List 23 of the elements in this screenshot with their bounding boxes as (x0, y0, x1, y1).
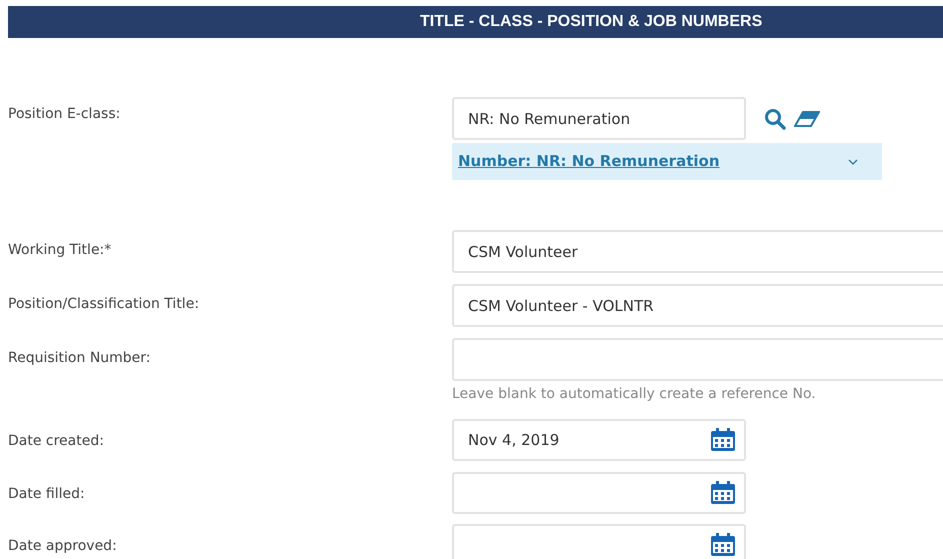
number-dropdown[interactable]: Number: NR: No Remuneration (452, 143, 882, 180)
text-field[interactable]: CSM Volunteer (452, 230, 943, 273)
field-label: Date filled: (8, 485, 86, 504)
eraser-icon[interactable] (794, 110, 820, 126)
calendar-icon[interactable] (710, 532, 736, 557)
calendar-icon[interactable] (710, 427, 736, 452)
field-label: Working Title:* (8, 241, 112, 260)
search-icon[interactable] (764, 108, 786, 130)
field-label: Position E-class: (8, 105, 122, 124)
field-label: Position/Classification Title: (8, 295, 200, 314)
text-field[interactable]: NR: No Remuneration (452, 97, 746, 140)
text-field[interactable] (452, 338, 943, 381)
text-field[interactable]: CSM Volunteer - VOLNTR (452, 284, 943, 327)
hint-text: Leave blank to automatically create a reference No. (452, 385, 817, 404)
date-field[interactable]: Nov 4, 2019 (452, 419, 746, 461)
date-field[interactable] (452, 472, 746, 514)
number-link[interactable]: Number: NR: No Remuneration (458, 150, 720, 173)
chevron-down-icon[interactable] (848, 158, 858, 164)
calendar-icon[interactable] (710, 480, 736, 505)
field-label: Date approved: (8, 537, 118, 556)
field-label: Date created: (8, 432, 105, 451)
section-title: TITLE - CLASS - POSITION & JOB NUMBERS (420, 12, 762, 32)
field-label: Requisition Number: (8, 349, 152, 368)
